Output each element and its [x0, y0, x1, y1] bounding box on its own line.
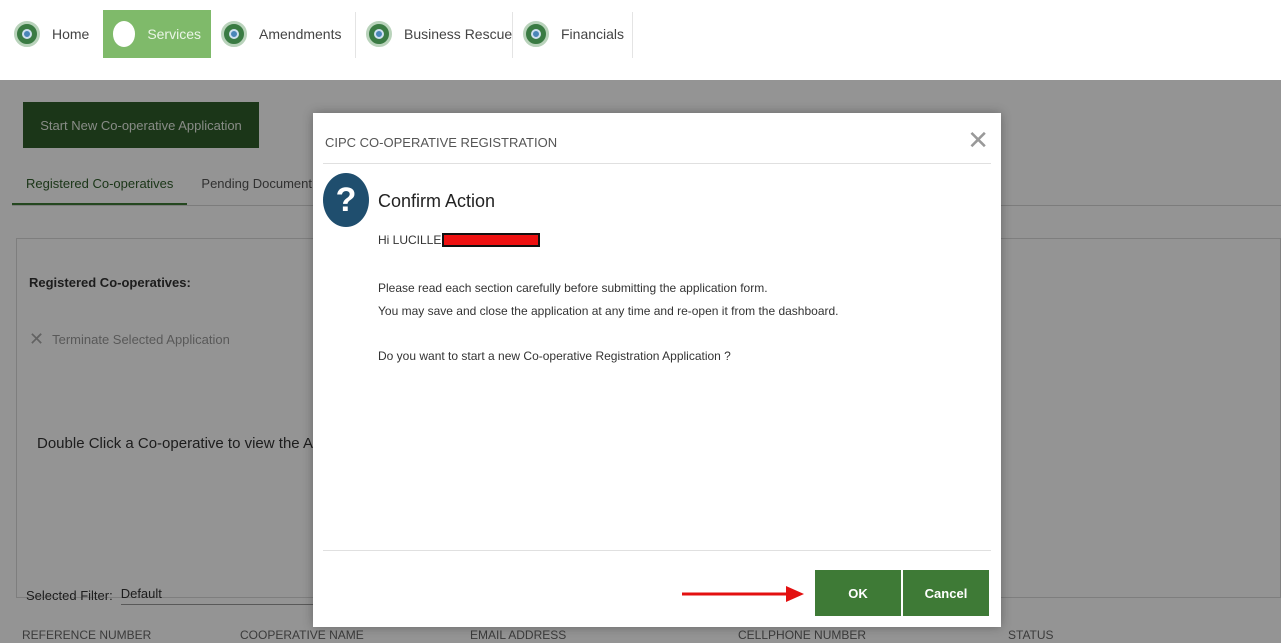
red-arrow-annotation: [682, 586, 804, 602]
greeting: Hi LUCILLE: [378, 233, 541, 247]
nav-amendments[interactable]: Amendments: [211, 10, 351, 58]
nav-financials[interactable]: Financials: [513, 10, 634, 58]
ok-button[interactable]: OK: [815, 570, 901, 616]
nav-divider: [632, 12, 633, 58]
globe-icon: [221, 21, 247, 47]
confirm-dialog: CIPC CO-OPERATIVE REGISTRATION ✕ ? Confi…: [313, 113, 1001, 627]
dialog-divider: [323, 550, 991, 551]
dialog-title: CIPC CO-OPERATIVE REGISTRATION: [325, 135, 558, 150]
cancel-button[interactable]: Cancel: [903, 570, 989, 616]
nav-business-rescue-label: Business Rescue: [404, 26, 513, 42]
circle-icon: [113, 21, 136, 47]
nav-home-label: Home: [52, 26, 90, 42]
globe-icon: [523, 21, 549, 47]
redaction-box: [442, 233, 541, 247]
top-navigation: Home Services Amendments Business Rescue…: [0, 0, 1281, 78]
question-icon: ?: [323, 173, 369, 227]
nav-amendments-label: Amendments: [259, 26, 342, 42]
nav-services[interactable]: Services: [103, 10, 211, 58]
globe-icon: [366, 21, 392, 47]
nav-home[interactable]: Home: [4, 10, 99, 58]
confirm-question: Do you want to start a new Co-operative …: [378, 349, 731, 363]
nav-business-rescue[interactable]: Business Rescue: [356, 10, 522, 58]
dialog-divider: [323, 163, 991, 164]
nav-services-label: Services: [147, 26, 201, 42]
dialog-heading: Confirm Action: [378, 191, 496, 211]
greeting-text: Hi LUCILLE: [378, 233, 442, 247]
instruction-line-2: You may save and close the application a…: [378, 304, 839, 318]
globe-icon: [14, 21, 40, 47]
instruction-line-1: Please read each section carefully befor…: [378, 281, 768, 295]
close-icon[interactable]: ✕: [967, 127, 989, 153]
nav-financials-label: Financials: [561, 26, 625, 42]
